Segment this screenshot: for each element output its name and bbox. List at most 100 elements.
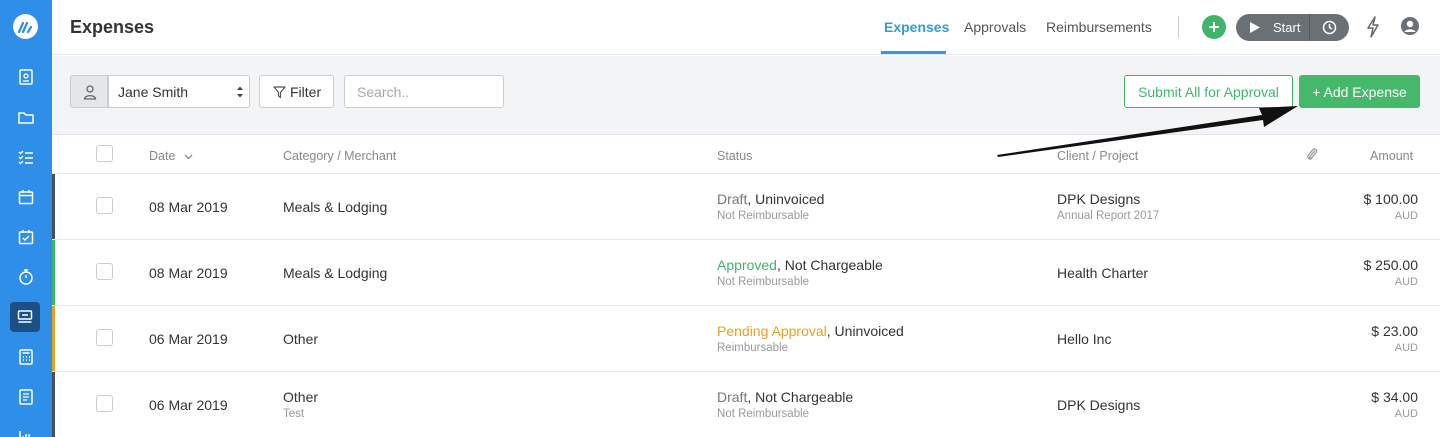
row-date: 06 Mar 2019 — [149, 331, 228, 347]
row-merchant: Test — [283, 408, 305, 420]
expenses-toolbar: Jane Smith Filter Submit All for Approva… — [52, 56, 1440, 135]
folder-icon[interactable] — [16, 107, 36, 127]
filter-label: Filter — [290, 84, 322, 100]
sidebar — [0, 0, 52, 437]
start-timer-button[interactable]: Start — [1236, 14, 1309, 41]
page-title: Expenses — [70, 17, 155, 37]
row-amount: $ 100.00 — [1363, 191, 1419, 207]
column-header-date-label: Date — [149, 149, 176, 163]
row-currency: AUD — [1394, 276, 1418, 288]
row-status-primary: Draft — [717, 191, 748, 207]
row-status-secondary: , Uninvoiced — [747, 191, 825, 207]
timer-control: Start — [1236, 14, 1349, 41]
row-client: DPK Designs — [1057, 397, 1141, 413]
filter-button[interactable]: Filter — [259, 75, 334, 108]
quick-add-button[interactable] — [1202, 15, 1226, 39]
row-checkbox[interactable] — [96, 197, 113, 214]
timesheet-icon[interactable] — [16, 67, 36, 87]
active-tab-indicator — [881, 51, 946, 54]
row-status: Draft, Uninvoiced — [717, 191, 824, 207]
table-row[interactable]: 06 Mar 2019 Other Pending Approval, Unin… — [52, 306, 1440, 372]
row-currency: AUD — [1394, 408, 1418, 420]
row-status-primary: Pending Approval — [717, 323, 827, 339]
tab-approvals[interactable]: Approvals — [964, 19, 1026, 35]
row-status-secondary: , Not Chargeable — [747, 389, 854, 405]
row-status-bar — [52, 372, 55, 437]
row-currency: AUD — [1394, 210, 1418, 222]
row-status-primary: Draft — [717, 389, 748, 405]
row-amount: $ 250.00 — [1363, 257, 1419, 273]
top-header: Expenses Expenses Approvals Reimbursemen… — [52, 0, 1440, 55]
row-status-secondary: , Uninvoiced — [826, 323, 904, 339]
reports-icon[interactable] — [16, 427, 36, 437]
row-reimbursable: Not Reimbursable — [717, 210, 810, 222]
start-timer-label: Start — [1273, 20, 1301, 35]
plus-icon — [1209, 22, 1219, 32]
user-select[interactable]: Jane Smith — [108, 75, 250, 108]
table-row[interactable]: 08 Mar 2019 Meals & Lodging Approved, No… — [52, 240, 1440, 306]
play-icon — [1250, 22, 1260, 33]
column-header-category[interactable]: Category / Merchant — [283, 149, 396, 163]
attachment-icon — [1306, 147, 1318, 165]
row-category: Other — [283, 331, 319, 347]
search-input[interactable] — [344, 75, 504, 108]
select-all-checkbox[interactable] — [96, 145, 113, 162]
row-category: Meals & Lodging — [283, 199, 388, 215]
row-client: Health Charter — [1057, 265, 1149, 281]
row-currency: AUD — [1394, 342, 1418, 354]
logo-icon[interactable] — [13, 14, 38, 39]
expenses-icon[interactable] — [10, 302, 40, 332]
row-status-bar — [52, 306, 55, 371]
row-status: Approved, Not Chargeable — [717, 257, 883, 273]
row-status-bar — [52, 240, 55, 305]
user-filter-button[interactable] — [70, 75, 108, 108]
table-row[interactable]: 08 Mar 2019 Meals & Lodging Draft, Uninv… — [52, 174, 1440, 240]
tasks-icon[interactable] — [16, 147, 36, 167]
header-divider — [1178, 16, 1179, 38]
checklist-icon[interactable] — [16, 227, 36, 247]
row-amount: $ 34.00 — [1371, 389, 1418, 405]
select-arrows-icon — [237, 86, 243, 98]
user-select-value: Jane Smith — [118, 84, 189, 100]
clock-icon — [1322, 20, 1337, 35]
user-outline-icon — [83, 85, 97, 100]
timer-history-button[interactable] — [1310, 14, 1349, 41]
row-amount: $ 23.00 — [1371, 323, 1418, 339]
user-icon[interactable] — [1400, 16, 1420, 41]
bolt-icon[interactable] — [1366, 16, 1380, 43]
row-project: Annual Report 2017 — [1057, 210, 1160, 222]
row-checkbox[interactable] — [96, 263, 113, 280]
row-category: Other — [283, 389, 319, 405]
row-category: Meals & Lodging — [283, 265, 388, 281]
column-header-date[interactable]: Date — [149, 149, 193, 163]
column-header-amount[interactable]: Amount — [1370, 149, 1413, 163]
row-status-bar — [52, 174, 55, 239]
row-status-primary: Approved — [717, 257, 777, 273]
sort-down-icon — [184, 154, 193, 160]
row-checkbox[interactable] — [96, 329, 113, 346]
row-status: Pending Approval, Uninvoiced — [717, 323, 904, 339]
row-date: 08 Mar 2019 — [149, 265, 228, 281]
filter-icon — [273, 86, 286, 99]
row-status: Draft, Not Chargeable — [717, 389, 853, 405]
column-header-client[interactable]: Client / Project — [1057, 149, 1138, 163]
row-date: 08 Mar 2019 — [149, 199, 228, 215]
calculator-icon[interactable] — [16, 347, 36, 367]
tab-reimbursements[interactable]: Reimbursements — [1046, 19, 1152, 35]
calendar-icon[interactable] — [16, 187, 36, 207]
row-reimbursable: Not Reimbursable — [717, 276, 810, 288]
invoice-icon[interactable] — [16, 387, 36, 407]
table-row[interactable]: 06 Mar 2019 Other Test Draft, Not Charge… — [52, 372, 1440, 437]
row-reimbursable: Not Reimbursable — [717, 408, 810, 420]
stopwatch-icon[interactable] — [16, 267, 36, 287]
tab-expenses[interactable]: Expenses — [884, 19, 949, 35]
row-checkbox[interactable] — [96, 395, 113, 412]
row-client: DPK Designs — [1057, 191, 1141, 207]
row-reimbursable: Reimbursable — [717, 342, 788, 354]
row-client: Hello Inc — [1057, 331, 1112, 347]
submit-all-button[interactable]: Submit All for Approval — [1124, 75, 1293, 108]
row-date: 06 Mar 2019 — [149, 397, 228, 413]
row-status-secondary: , Not Chargeable — [776, 257, 883, 273]
add-expense-button[interactable]: + Add Expense — [1299, 75, 1420, 108]
column-header-status[interactable]: Status — [717, 149, 752, 163]
